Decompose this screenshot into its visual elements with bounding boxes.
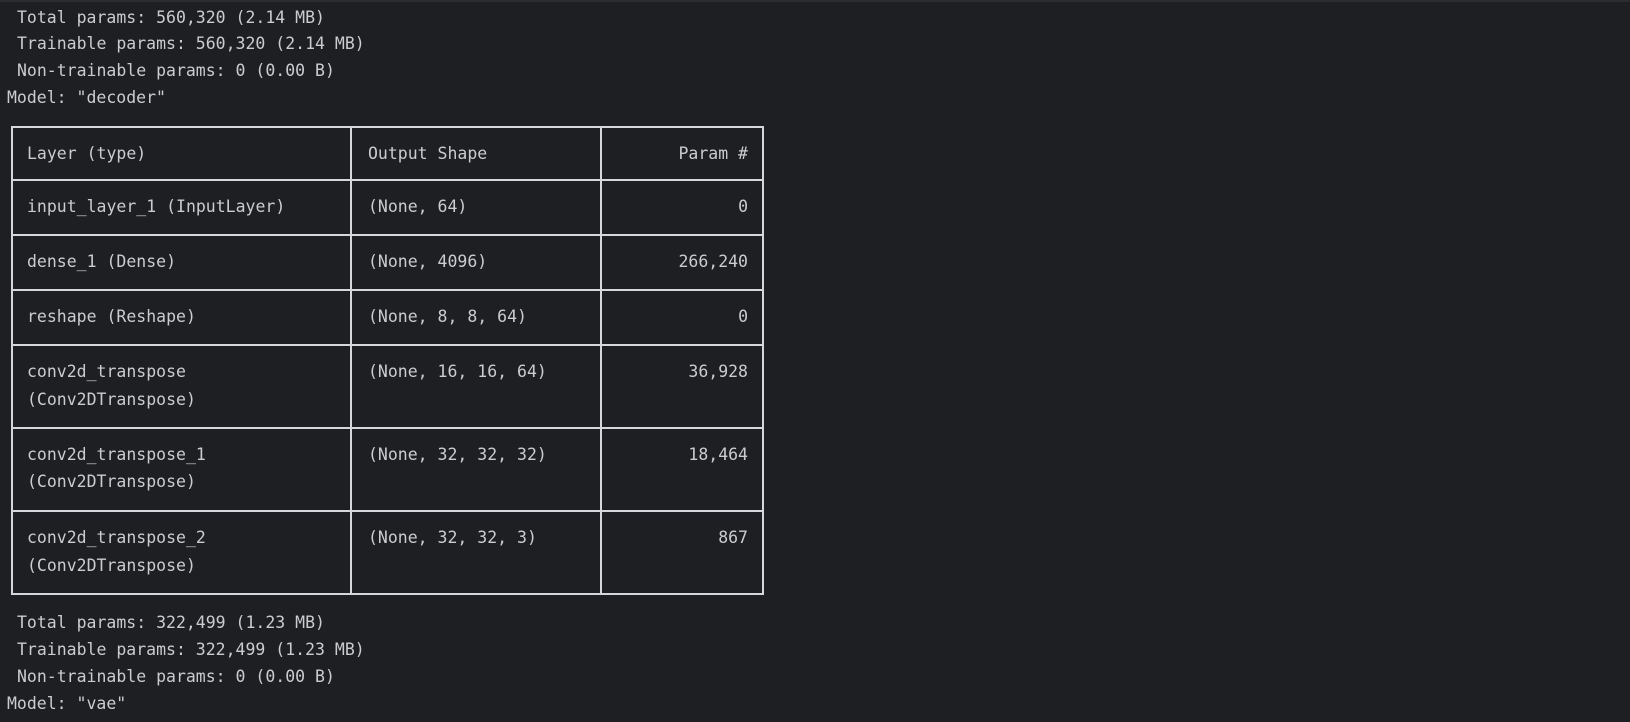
layer-name: conv2d_transpose_2 bbox=[27, 528, 206, 547]
output-shape: (None, 32, 32, 32) bbox=[368, 445, 547, 464]
param-count: 0 bbox=[738, 197, 748, 216]
table-header-row: Layer (type) Output Shape Param # bbox=[11, 126, 764, 181]
table-row: conv2d_transpose (Conv2DTranspose) (None… bbox=[11, 346, 764, 429]
param-count: 266,240 bbox=[678, 252, 748, 271]
layer-type: (Conv2DTranspose) bbox=[27, 472, 196, 491]
table-row: dense_1 (Dense) (None, 4096) 266,240 bbox=[11, 236, 764, 291]
vae-model-label: Model: "vae" bbox=[7, 694, 127, 713]
prev-total-params: Total params: 560,320 (2.14 MB) bbox=[17, 8, 325, 27]
decoder-trainable-params: Trainable params: 322,499 (1.23 MB) bbox=[17, 640, 365, 659]
decoder-summary-table: Layer (type) Output Shape Param # input_… bbox=[11, 126, 764, 595]
decoder-model-label: Model: "decoder" bbox=[7, 88, 166, 107]
output-shape: (None, 4096) bbox=[368, 252, 488, 271]
param-count: 867 bbox=[718, 528, 748, 547]
output-shape: (None, 64) bbox=[368, 197, 468, 216]
param-count: 0 bbox=[738, 307, 748, 326]
layer-name: reshape (Reshape) bbox=[27, 307, 196, 326]
output-shape: (None, 32, 32, 3) bbox=[368, 528, 537, 547]
table-row: conv2d_transpose_1 (Conv2DTranspose) (No… bbox=[11, 429, 764, 512]
layer-type: (Conv2DTranspose) bbox=[27, 390, 196, 409]
decoder-total-params: Total params: 322,499 (1.23 MB) bbox=[17, 613, 325, 632]
terminal-top-border bbox=[0, 0, 1630, 2]
layer-name: conv2d_transpose_1 bbox=[27, 445, 206, 464]
table-row: reshape (Reshape) (None, 8, 8, 64) 0 bbox=[11, 291, 764, 346]
layer-name: conv2d_transpose bbox=[27, 362, 186, 381]
output-shape: (None, 8, 8, 64) bbox=[368, 307, 527, 326]
table-row: input_layer_1 (InputLayer) (None, 64) 0 bbox=[11, 181, 764, 236]
prev-non-trainable-params: Non-trainable params: 0 (0.00 B) bbox=[17, 61, 335, 80]
decoder-non-trainable-params: Non-trainable params: 0 (0.00 B) bbox=[17, 667, 335, 686]
header-layer-type: Layer (type) bbox=[27, 144, 147, 163]
param-count: 18,464 bbox=[688, 445, 748, 464]
header-output-shape: Output Shape bbox=[368, 144, 488, 163]
prev-trainable-params: Trainable params: 560,320 (2.14 MB) bbox=[17, 34, 365, 53]
param-count: 36,928 bbox=[688, 362, 748, 381]
layer-name: input_layer_1 (InputLayer) bbox=[27, 197, 286, 216]
layer-name: dense_1 (Dense) bbox=[27, 252, 177, 271]
header-param-count: Param # bbox=[678, 144, 748, 163]
table-row: conv2d_transpose_2 (Conv2DTranspose) (No… bbox=[11, 512, 764, 595]
output-shape: (None, 16, 16, 64) bbox=[368, 362, 547, 381]
layer-type: (Conv2DTranspose) bbox=[27, 556, 196, 575]
